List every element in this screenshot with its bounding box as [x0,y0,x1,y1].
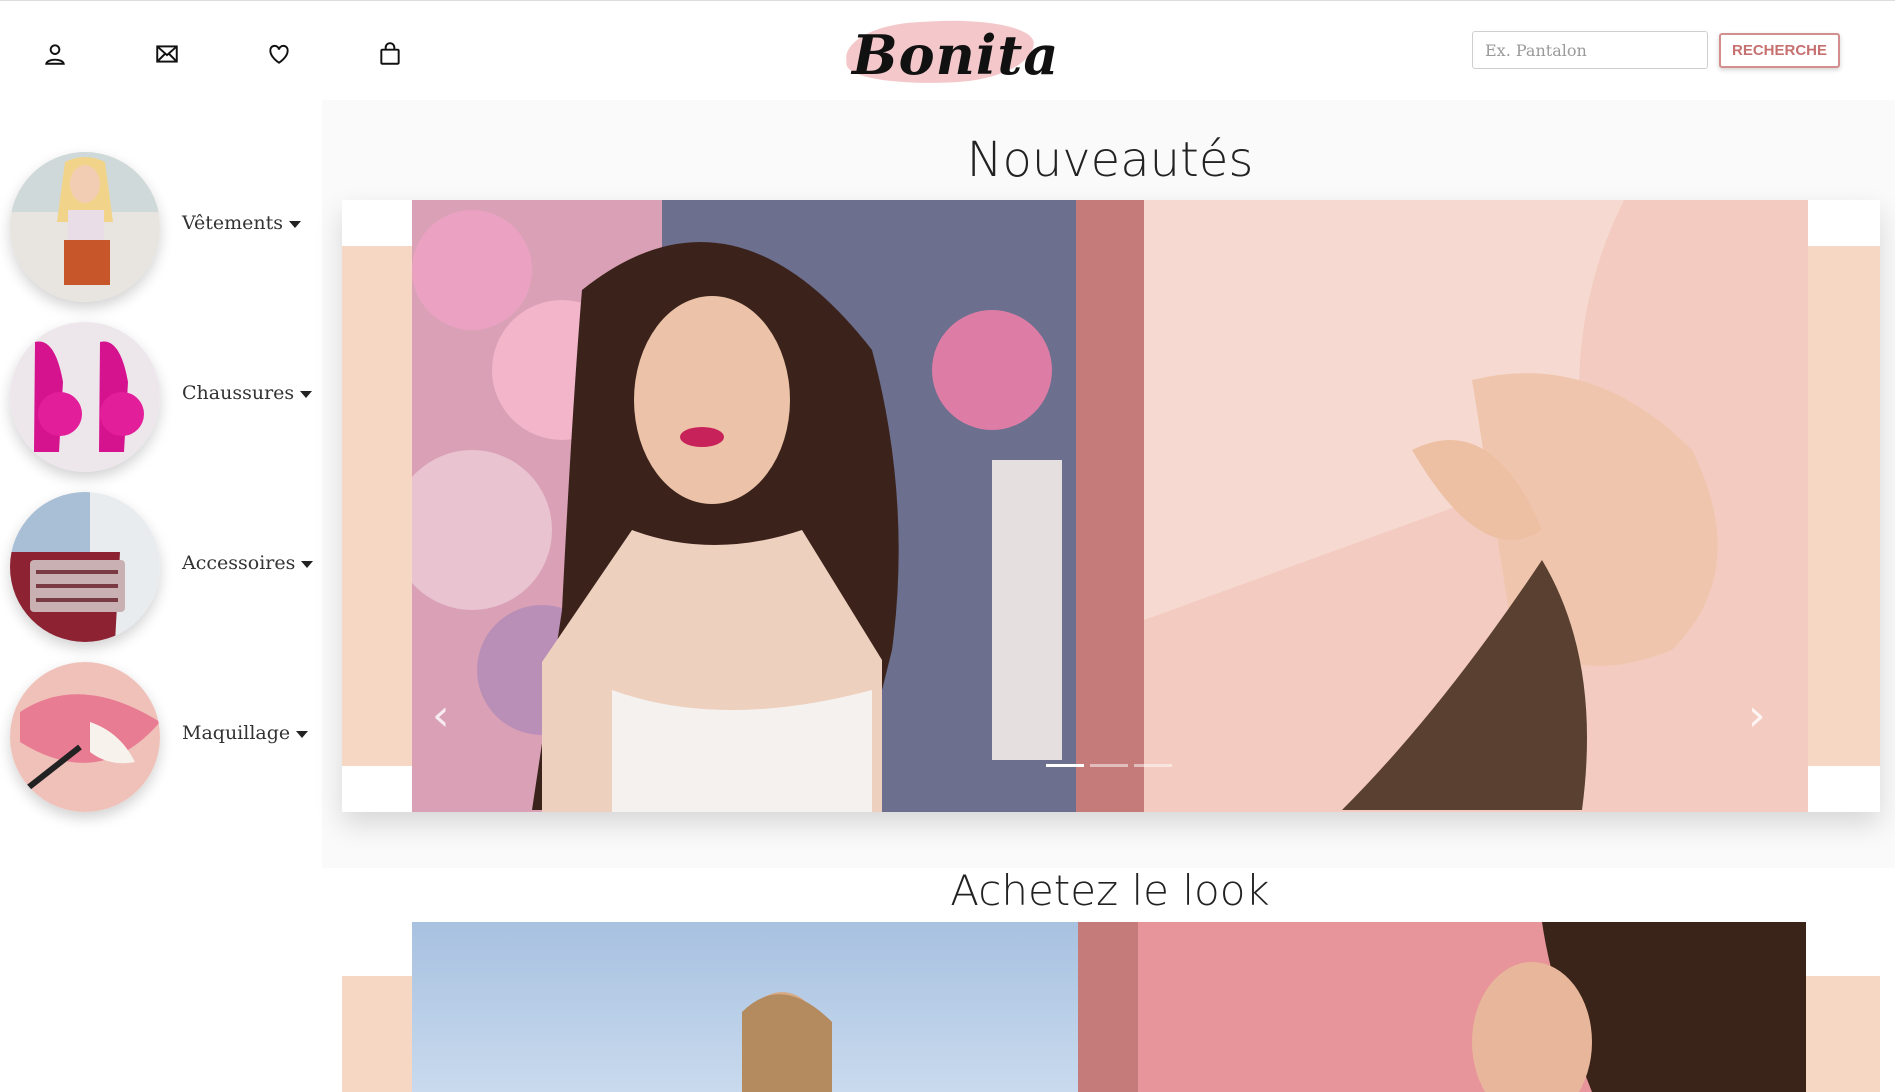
accessories-thumbnail [10,492,160,642]
new-arrivals-title: Nouveautés [966,132,1254,188]
chevron-down-icon [296,730,309,738]
category-accessories[interactable]: Accessoires [10,492,320,642]
makeup-thumbnail [10,662,160,812]
heart-icon[interactable] [264,39,294,69]
chevron-down-icon [288,220,301,228]
carousel-indicators [1046,764,1172,767]
category-clothing[interactable]: Vêtements [10,152,320,302]
carousel-next-button[interactable]: › [1748,690,1766,741]
search-button[interactable]: RECHERCHE [1719,33,1840,68]
carousel-slide[interactable] [412,200,1808,812]
category-shoes-label: Chaussures [182,382,313,404]
search-input[interactable] [1472,31,1708,69]
mail-icon[interactable] [152,39,182,69]
carousel-indicator-1[interactable] [1046,764,1084,767]
category-clothing-label: Vêtements [182,212,301,234]
logo-text: Bonita [852,23,1060,87]
shop-the-look-carousel [342,922,1880,1092]
clothing-thumbnail [10,152,160,302]
category-makeup-label: Maquillage [182,722,309,744]
carousel-indicator-2[interactable] [1090,764,1128,767]
brand-logo[interactable]: Bonita [844,15,1060,89]
user-icon[interactable] [40,39,70,69]
category-sidebar: Vêtements Chaussures Accessoires Maquill… [0,130,322,870]
look-slide[interactable] [412,922,1806,1092]
site-header: Bonita RECHERCHE [0,1,1895,101]
shop-the-look-title: Achetez le look [950,866,1270,915]
carousel-indicator-3[interactable] [1134,764,1172,767]
carousel-prev-button[interactable]: ‹ [432,690,450,741]
category-shoes[interactable]: Chaussures [10,322,320,472]
chevron-down-icon [301,560,314,568]
category-makeup[interactable]: Maquillage [10,662,320,812]
shoes-thumbnail [10,322,160,472]
bag-icon[interactable] [375,39,405,69]
category-accessories-label: Accessoires [182,552,314,574]
new-arrivals-carousel: ‹ › [342,200,1880,812]
look-slide-image [412,922,1806,1092]
chevron-down-icon [300,390,313,398]
slide-image-left [412,200,1808,812]
